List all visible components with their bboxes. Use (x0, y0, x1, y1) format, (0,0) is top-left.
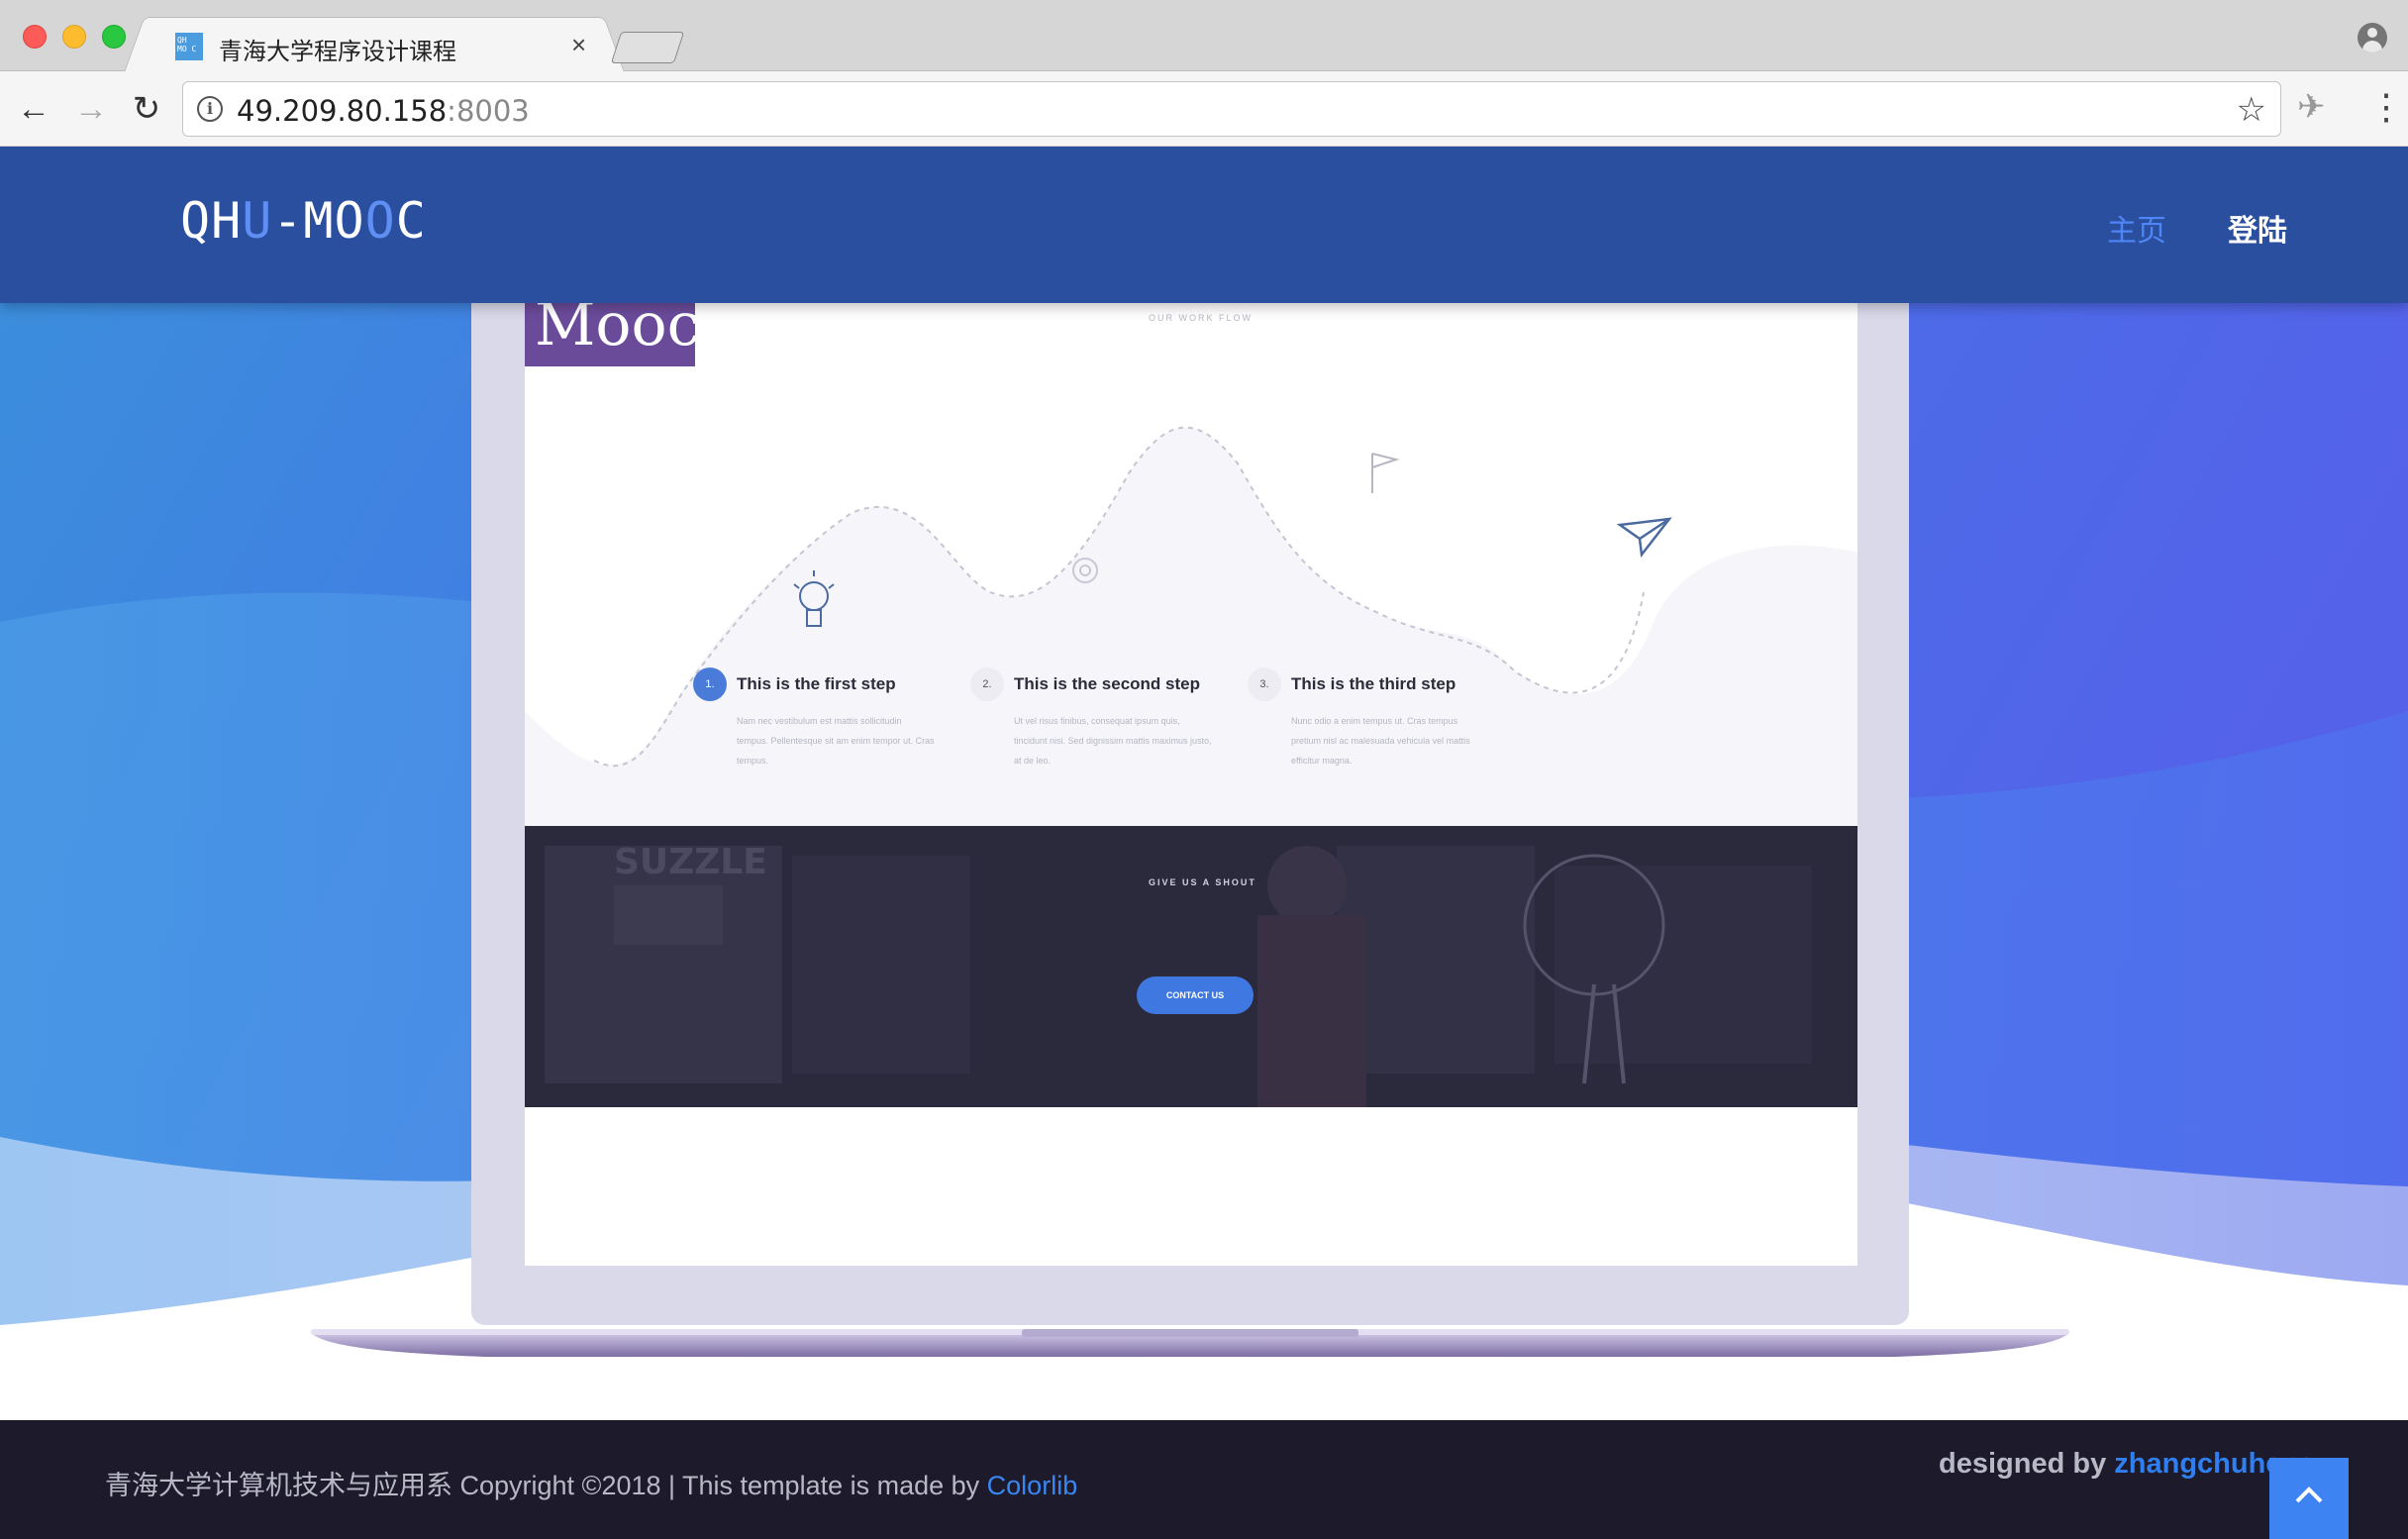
step-2: 2. This is the second step Ut vel risus f… (970, 667, 1238, 770)
favicon-icon: QH MO C (175, 33, 203, 60)
step-description: Ut vel risus finibus, consequat ipsum qu… (1014, 716, 1212, 766)
designed-by-text: designed by zhangchuheng (1939, 1448, 2317, 1481)
maximize-window-button[interactable] (102, 25, 126, 49)
laptop-mockup: Mooc OUR WORK FLOW 1. This is the first … (311, 295, 2069, 1357)
step-number: 1. (693, 667, 727, 701)
bookmark-star-icon[interactable]: ☆ (2237, 90, 2266, 130)
forward-arrow-icon[interactable]: → (71, 89, 111, 129)
url-port: :8003 (447, 94, 530, 128)
browser-tabbar: QH MO C 青海大学程序设计课程 × (0, 0, 2408, 72)
step-description: Nam nec vestibulum est mattis sollicitud… (737, 716, 935, 766)
minimize-window-button[interactable] (62, 25, 86, 49)
step-title: This is the first step (737, 674, 896, 693)
url-host: 49.209.80.158 (237, 94, 448, 128)
contact-us-button[interactable]: CONTACT US (1137, 976, 1254, 1014)
laptop-screen: Mooc OUR WORK FLOW 1. This is the first … (471, 295, 1909, 1325)
new-tab-button[interactable] (610, 32, 685, 63)
address-bar[interactable]: i 49.209.80.158:8003 ☆ (182, 81, 2281, 137)
step-3: 3. This is the third step Nunc odio a eni… (1248, 667, 1515, 770)
laptop-display: Mooc OUR WORK FLOW 1. This is the first … (525, 295, 1857, 1266)
logo-part: -MO (272, 192, 365, 250)
step-title: This is the second step (1014, 674, 1200, 693)
url-text[interactable]: 49.209.80.158:8003 (237, 94, 530, 128)
back-arrow-icon[interactable]: ← (14, 89, 53, 129)
nav-home-link[interactable]: 主页 (2107, 206, 2166, 250)
nav-login-link[interactable]: 登陆 (2228, 206, 2287, 250)
logo-part: C (395, 192, 427, 250)
contact-section: SUZZLE GIVE US A SHOUT CONTACT US (525, 826, 1857, 1107)
colorlib-link[interactable]: Colorlib (987, 1471, 1078, 1500)
logo-part: U (242, 192, 273, 250)
chevron-up-icon (2295, 1487, 2323, 1503)
close-window-button[interactable] (23, 25, 47, 49)
reload-icon[interactable]: ↻ (127, 89, 166, 129)
step-number: 3. (1248, 667, 1281, 701)
tab-title: 青海大学程序设计课程 (219, 38, 456, 65)
site-logo[interactable]: QHU-MOOC (180, 192, 427, 250)
profile-icon[interactable] (2358, 23, 2387, 52)
browser-menu-icon[interactable]: ⋮ (2368, 83, 2404, 131)
flag-icon (1371, 453, 1400, 493)
svg-text:SUZZLE: SUZZLE (614, 842, 767, 882)
browser-toolbar: ← → ↻ i 49.209.80.158:8003 ☆ ✈ ⋮ (0, 71, 2408, 147)
browser-tab[interactable]: QH MO C 青海大学程序设计课程 × (147, 17, 602, 72)
logo-part: O (364, 192, 396, 250)
step-title: This is the third step (1291, 674, 1456, 693)
site-footer: 青海大学计算机技术与应用系 Copyright ©2018 | This tem… (0, 1420, 2408, 1539)
step-number: 2. (970, 667, 1004, 701)
designed-prefix: designed by (1939, 1448, 2115, 1480)
tab-close-icon[interactable]: × (571, 30, 586, 60)
logo-part: QH (180, 192, 243, 250)
back-to-top-button[interactable] (2269, 1458, 2349, 1539)
cta-label: GIVE US A SHOUT (1149, 877, 1256, 887)
laptop-base (311, 1329, 2069, 1357)
copyright-prefix: 青海大学计算机技术与应用系 Copyright ©2018 | This tem… (105, 1471, 987, 1500)
site-info-icon[interactable]: i (197, 96, 223, 122)
site-header: QHU-MOOC 主页 登陆 (0, 147, 2408, 303)
extension-icon[interactable]: ✈ (2297, 87, 2326, 127)
graffiti-background: SUZZLE (525, 826, 1857, 1107)
step-description: Nunc odio a enim tempus ut. Cras tempus … (1291, 716, 1470, 766)
copyright-text: 青海大学计算机技术与应用系 Copyright ©2018 | This tem… (105, 1464, 1077, 1502)
paper-plane-icon (1616, 517, 1672, 559)
web-page: Mooc OUR WORK FLOW 1. This is the first … (0, 147, 2408, 1539)
step-1: 1. This is the first step Nam nec vestibu… (693, 667, 960, 770)
